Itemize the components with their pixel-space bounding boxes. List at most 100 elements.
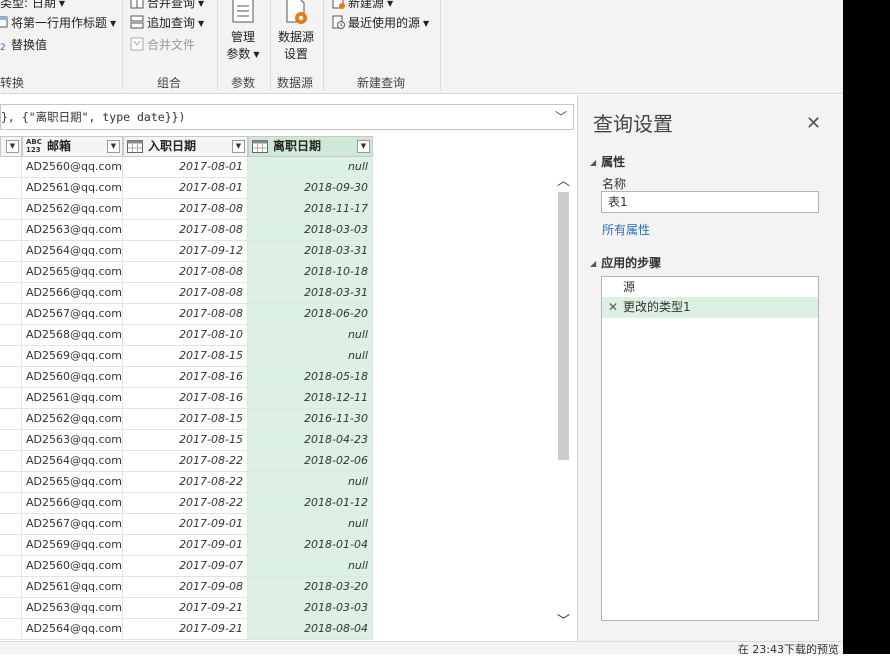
properties-section-header[interactable]: ◢ 属性 [590,153,625,170]
hire-date-cell[interactable]: 2017-08-22 [123,472,248,493]
email-cell[interactable]: AD2560@qq.com [22,367,123,388]
hire-date-cell[interactable]: 2017-08-16 [123,388,248,409]
row-cell-truncated[interactable] [0,493,22,514]
email-cell[interactable]: AD2561@qq.com [22,577,123,598]
row-cell-truncated[interactable] [0,598,22,619]
leave-date-cell[interactable]: 2018-10-18 [248,262,373,283]
leave-date-cell[interactable]: 2018-01-04 [248,535,373,556]
merge-queries-button[interactable]: 合并查询 ▼ [130,0,204,11]
delete-step-icon[interactable]: ✕ [608,297,618,317]
table-row[interactable]: AD2562@qq.com 2017-08-08 2018-11-17 [0,199,373,220]
leave-date-cell[interactable]: 2018-05-18 [248,367,373,388]
row-cell-truncated[interactable] [0,199,22,220]
applied-step-source[interactable]: 源 [602,277,818,298]
email-cell[interactable]: AD2564@qq.com [22,451,123,472]
hire-date-cell[interactable]: 2017-08-08 [123,283,248,304]
leave-date-cell[interactable]: 2018-02-06 [248,451,373,472]
email-cell[interactable]: AD2561@qq.com [22,388,123,409]
email-cell[interactable]: AD2560@qq.com [22,556,123,577]
row-cell-truncated[interactable] [0,514,22,535]
row-cell-truncated[interactable] [0,157,22,178]
table-row[interactable]: AD2560@qq.com 2017-08-01 null [0,157,373,178]
leave-date-cell[interactable]: 2018-11-17 [248,199,373,220]
hire-date-cell[interactable]: 2017-08-16 [123,367,248,388]
table-row[interactable]: AD2564@qq.com 2017-09-21 2018-08-04 [0,619,373,640]
table-row[interactable]: AD2565@qq.com 2017-08-22 null [0,472,373,493]
email-cell[interactable]: AD2566@qq.com [22,283,123,304]
email-cell[interactable]: AD2566@qq.com [22,493,123,514]
table-row[interactable]: AD2567@qq.com 2017-09-01 null [0,514,373,535]
leave-date-cell[interactable]: null [248,157,373,178]
table-row[interactable]: AD2561@qq.com 2017-09-08 2018-03-20 [0,577,373,598]
hire-date-cell[interactable]: 2017-08-15 [123,409,248,430]
leave-date-cell[interactable]: 2018-03-03 [248,598,373,619]
leave-date-cell[interactable]: 2018-03-03 [248,220,373,241]
row-cell-truncated[interactable] [0,619,22,640]
column-header-hire-date[interactable]: 入职日期 ▼ [123,136,248,157]
replace-values-button[interactable]: 12 替换值 [0,36,47,53]
row-cell-truncated[interactable] [0,535,22,556]
email-cell[interactable]: AD2563@qq.com [22,430,123,451]
row-cell-truncated[interactable] [0,325,22,346]
data-type-button[interactable]: 据类型: 日期▼ [0,0,65,11]
row-cell-truncated[interactable] [0,346,22,367]
hire-date-cell[interactable]: 2017-09-21 [123,598,248,619]
table-row[interactable]: AD2560@qq.com 2017-08-16 2018-05-18 [0,367,373,388]
email-cell[interactable]: AD2562@qq.com [22,409,123,430]
leave-date-cell[interactable]: 2018-03-31 [248,283,373,304]
row-cell-truncated[interactable] [0,304,22,325]
table-row[interactable]: AD2561@qq.com 2017-08-16 2018-12-11 [0,388,373,409]
formula-bar[interactable]: }, {"离职日期", type date}}) ﹀ [0,104,574,130]
use-first-row-as-headers-button[interactable]: 将第一行用作标题 ▼ [0,14,116,31]
row-cell-truncated[interactable] [0,262,22,283]
hire-date-cell[interactable]: 2017-08-15 [123,346,248,367]
table-row[interactable]: AD2569@qq.com 2017-09-01 2018-01-04 [0,535,373,556]
row-cell-truncated[interactable] [0,451,22,472]
leave-date-cell[interactable]: 2018-03-20 [248,577,373,598]
row-cell-truncated[interactable] [0,472,22,493]
row-cell-truncated[interactable] [0,577,22,598]
query-name-input[interactable]: 表1 [601,191,819,213]
hire-date-cell[interactable]: 2017-08-22 [123,493,248,514]
hire-date-cell[interactable]: 2017-08-01 [123,157,248,178]
hire-date-cell[interactable]: 2017-08-22 [123,451,248,472]
hire-date-cell[interactable]: 2017-08-08 [123,199,248,220]
table-row[interactable]: AD2569@qq.com 2017-08-15 null [0,346,373,367]
email-cell[interactable]: AD2567@qq.com [22,304,123,325]
email-cell[interactable]: AD2568@qq.com [22,325,123,346]
expand-formula-icon[interactable]: ﹀ [555,105,567,129]
column-filter-icon[interactable]: ▼ [6,140,19,153]
column-filter-icon[interactable]: ▼ [107,140,120,153]
table-row[interactable]: AD2564@qq.com 2017-08-22 2018-02-06 [0,451,373,472]
hire-date-cell[interactable]: 2017-09-21 [123,619,248,640]
email-cell[interactable]: AD2560@qq.com [22,157,123,178]
email-cell[interactable]: AD2567@qq.com [22,514,123,535]
row-cell-truncated[interactable] [0,241,22,262]
leave-date-cell[interactable]: null [248,556,373,577]
leave-date-cell[interactable]: 2018-04-23 [248,430,373,451]
hire-date-cell[interactable]: 2017-09-07 [123,556,248,577]
table-row[interactable]: AD2563@qq.com 2017-09-21 2018-03-03 [0,598,373,619]
table-row[interactable]: AD2566@qq.com 2017-08-08 2018-03-31 [0,283,373,304]
leave-date-cell[interactable]: 2018-03-31 [248,241,373,262]
recent-sources-button[interactable]: 最近使用的源 ▼ [331,14,429,31]
row-cell-truncated[interactable] [0,367,22,388]
email-cell[interactable]: AD2565@qq.com [22,262,123,283]
email-cell[interactable]: AD2562@qq.com [22,199,123,220]
table-row[interactable]: AD2563@qq.com 2017-08-15 2018-04-23 [0,430,373,451]
all-properties-link[interactable]: 所有属性 [602,221,650,238]
hire-date-cell[interactable]: 2017-08-01 [123,178,248,199]
applied-steps-section-header[interactable]: ◢ 应用的步骤 [590,254,661,271]
hire-date-cell[interactable]: 2017-09-01 [123,535,248,556]
row-cell-truncated[interactable] [0,220,22,241]
hire-date-cell[interactable]: 2017-08-08 [123,304,248,325]
table-row[interactable]: AD2564@qq.com 2017-09-12 2018-03-31 [0,241,373,262]
email-cell[interactable]: AD2565@qq.com [22,472,123,493]
leave-date-cell[interactable]: 2018-08-04 [248,619,373,640]
email-cell[interactable]: AD2564@qq.com [22,241,123,262]
hire-date-cell[interactable]: 2017-08-08 [123,220,248,241]
scroll-up-icon[interactable]: ︿ [557,170,570,189]
leave-date-cell[interactable]: 2016-11-30 [248,409,373,430]
row-cell-truncated[interactable] [0,430,22,451]
leave-date-cell[interactable]: null [248,514,373,535]
